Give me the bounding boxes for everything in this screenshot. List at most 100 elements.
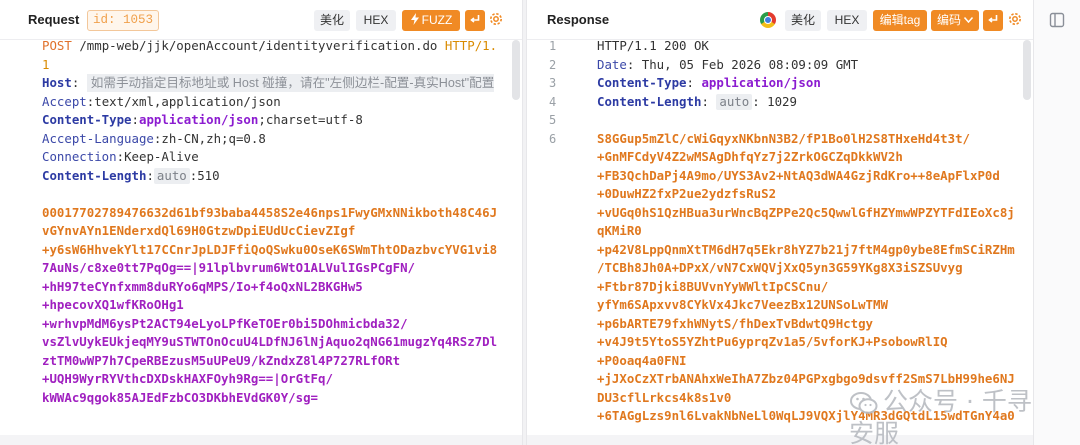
body-line-cont: +GnMFCdyV4Z2wMSAgDhfqYz7j2ZrkOGCZqDkkWV2… bbox=[527, 148, 1033, 167]
body-line: +hH97teCYnfxmm8duRYo6qMPS/Io+f4oQxNL2BKG… bbox=[42, 278, 363, 294]
header-line-content-length: Content-Length: auto:510 bbox=[42, 167, 220, 184]
header-line-accept: Accept:text/xml,application/json bbox=[42, 93, 281, 109]
response-toolbar: Response 美化 HEX 编辑tag 编码 bbox=[527, 0, 1033, 40]
status-line: HTTP/1.1 200 OK bbox=[597, 38, 709, 53]
response-line: 6 S8GGup5mZlC/cWiGqyxNKbnN3B2/fP1Bo0lH2S8… bbox=[527, 130, 1033, 149]
body-text: +p6bARTE79fxhWNytS/fhDexTvBdwtQ9Hctgy bbox=[597, 315, 874, 331]
host-header-key: Host bbox=[42, 75, 72, 90]
request-pane: Request id: 1053 美化 HEX FUZZ POST /mmp-w… bbox=[0, 0, 523, 445]
request-title: Request bbox=[28, 12, 80, 27]
body-text: +FB3QchDaPj4A9mo/UYS3Av2+NtAQ3dWA4GzjRdK… bbox=[597, 167, 1000, 183]
header-value: Keep-Alive bbox=[124, 149, 199, 164]
side-strip bbox=[1034, 0, 1080, 445]
request-toolbar: Request id: 1053 美化 HEX FUZZ bbox=[0, 0, 522, 40]
response-line: 1 HTTP/1.1 200 OK bbox=[527, 37, 1033, 56]
header-value: application/json bbox=[701, 75, 821, 90]
body-text: qKMiR0 bbox=[597, 223, 642, 238]
body-line-cont: +0DuwHZ2fxP2ue2ydzfsRuS2 bbox=[527, 185, 1033, 204]
response-scrollbar[interactable] bbox=[1023, 40, 1031, 100]
response-beautify-button[interactable]: 美化 bbox=[785, 10, 821, 31]
header-key: Accept-Language bbox=[42, 130, 154, 146]
header-value: application/json bbox=[139, 112, 259, 127]
response-send-button[interactable] bbox=[983, 10, 1003, 31]
body-text: yfYm6SApxvv8CYkVx4Jkc7VeezBx12UNSoLwTMW bbox=[597, 297, 888, 312]
host-header-line: Host: 如需手动指定目标地址或 Host 碰撞，请在"左侧边栏-配置-真实H… bbox=[42, 74, 495, 92]
body-line: vsZlvUykEUkjeqMY9uSTWTOnOcuU4LDfNJ6lNjAq… bbox=[42, 334, 498, 349]
http-version-wrap: 1 bbox=[42, 56, 50, 72]
encoding-label: 编码 bbox=[936, 13, 961, 27]
request-scrollbar[interactable] bbox=[512, 40, 520, 100]
header-key: Accept bbox=[42, 93, 87, 109]
body-line: 00017702789476632d61bf93baba4458S2e46nps… bbox=[42, 204, 498, 220]
edit-tag-button[interactable]: 编辑tag bbox=[873, 10, 927, 31]
response-settings-gear-icon[interactable] bbox=[1007, 11, 1025, 29]
response-editor[interactable]: 1 HTTP/1.1 200 OK 2 Date: Thu, 05 Feb 2026… bbox=[527, 37, 1033, 426]
request-hex-button[interactable]: HEX bbox=[356, 10, 396, 31]
browser-chrome-icon[interactable] bbox=[760, 12, 776, 28]
auto-tag: auto bbox=[716, 93, 753, 110]
enter-icon bbox=[988, 15, 998, 23]
body-line-cont: +P0oaq4a0FNI bbox=[527, 352, 1033, 371]
body-line-cont: +p42V8LppQnmXtTM6dH7q5Ekr8hYZ7b21j7ftM4g… bbox=[527, 241, 1033, 260]
header-key: Connection bbox=[42, 149, 117, 164]
body-line: +wrhvpMdM6ysPt2ACT94eLyoLPfKeTOEr0bi5DOh… bbox=[42, 315, 408, 331]
body-line-cont: +FB3QchDaPj4A9mo/UYS3Av2+NtAQ3dWA4GzjRdK… bbox=[527, 167, 1033, 186]
header-value: 510 bbox=[197, 167, 220, 183]
host-hint: 如需手动指定目标地址或 Host 碰撞，请在"左侧边栏-配置-真实Host"配置 bbox=[86, 74, 495, 92]
body-line-cont: qKMiR0 bbox=[527, 222, 1033, 241]
request-id-badge: id: 1053 bbox=[87, 10, 159, 31]
body-text: +Ftbr87Djki8BUVvnYyWWltIpCSCnu/ bbox=[597, 278, 829, 294]
http-version: HTTP/1. bbox=[444, 38, 498, 53]
response-title: Response bbox=[547, 12, 610, 27]
enter-icon bbox=[470, 15, 480, 23]
watermark: 公众号 · 千寻安服 bbox=[849, 386, 1033, 445]
body-line: 7AuNs/c8xe0tt7PqOg==|91lplbvrum6WtO1ALVu… bbox=[42, 260, 415, 275]
panel-layout-icon[interactable] bbox=[1048, 11, 1066, 29]
header-value-rest: ;charset=utf-8 bbox=[258, 112, 363, 127]
header-line-connection: Connection:Keep-Alive bbox=[42, 149, 199, 164]
header-line-accept-language: Accept-Language:zh-CN,zh;q=0.8 bbox=[42, 130, 266, 146]
body-text: DU3cflLrkcs4k8s1v0 bbox=[597, 389, 732, 405]
line-number: 4 bbox=[549, 94, 557, 109]
body-line: +hpecovXQ1wfKRoOHg1 bbox=[42, 297, 184, 312]
request-settings-gear-icon[interactable] bbox=[488, 11, 506, 29]
body-line-cont: +p6bARTE79fxhWNytS/fhDexTvBdwtQ9Hctgy bbox=[527, 315, 1033, 334]
body-line-cont: +vUGq0hS1QzHBua3urWncBqZPPe2Qc5QwwlGfHZY… bbox=[527, 204, 1033, 223]
line-number: 6 bbox=[549, 131, 557, 146]
request-send-button[interactable] bbox=[465, 10, 485, 31]
response-line: 4 Content-Length: auto: 1029 bbox=[527, 93, 1033, 112]
request-bottom-bar bbox=[0, 435, 522, 445]
body-text: +p42V8LppQnmXtTM6dH7q5Ekr8hYZ7b21j7ftM4g… bbox=[597, 241, 1015, 257]
body-text: +P0oaq4a0FNI bbox=[597, 352, 687, 368]
response-line: 5 bbox=[527, 111, 1033, 130]
body-text: +0DuwHZ2fxP2ue2ydzfsRuS2 bbox=[597, 186, 777, 201]
response-line: 3 Content-Type: application/json bbox=[527, 74, 1033, 93]
header-key: Content-Length bbox=[597, 93, 702, 109]
body-line: ztTM0wWP7h7CpeRBEzusM5uUPeU9/kZndxZ8l4P7… bbox=[42, 352, 401, 368]
header-line-content-type: Content-Type:application/json;charset=ut… bbox=[42, 112, 363, 127]
fuzz-label: FUZZ bbox=[421, 13, 453, 27]
line-number: 5 bbox=[549, 113, 557, 127]
auto-tag: auto bbox=[153, 167, 190, 184]
lightning-icon bbox=[410, 13, 419, 25]
http-method: POST bbox=[42, 38, 72, 53]
body-text: +GnMFCdyV4Z2wMSAgDhfqYz7j2ZrkOGCZqDkkWV2… bbox=[597, 149, 903, 164]
fuzz-button[interactable]: FUZZ bbox=[402, 10, 460, 31]
body-text: +vUGq0hS1QzHBua3urWncBqZPPe2Qc5QwwlGfHZY… bbox=[597, 204, 1015, 220]
header-key: Content-Length bbox=[42, 167, 147, 183]
response-pane: Response 美化 HEX 编辑tag 编码 1 HTTP/1.1 200 O… bbox=[526, 0, 1034, 445]
line-number: 1 bbox=[549, 39, 557, 53]
header-key: Content-Type bbox=[597, 75, 687, 90]
encoding-dropdown[interactable]: 编码 bbox=[931, 10, 979, 31]
body-text: +v4J9t5YtoS5YZhtPu6yprqZv1a5/5vforKJ+Pso… bbox=[597, 334, 948, 349]
response-bottom-bar bbox=[527, 435, 1033, 445]
response-hex-button[interactable]: HEX bbox=[827, 10, 867, 31]
request-editor[interactable]: POST /mmp-web/jjk/openAccount/identityve… bbox=[0, 37, 522, 407]
request-line: POST /mmp-web/jjk/openAccount/identityve… bbox=[0, 37, 522, 56]
header-key: Content-Type bbox=[42, 112, 132, 127]
request-beautify-button[interactable]: 美化 bbox=[314, 10, 350, 31]
header-value: zh-CN,zh;q=0.8 bbox=[161, 130, 266, 146]
body-line-cont: yfYm6SApxvv8CYkVx4Jkc7VeezBx12UNSoLwTMW bbox=[527, 296, 1033, 315]
line-number: 3 bbox=[549, 76, 557, 90]
